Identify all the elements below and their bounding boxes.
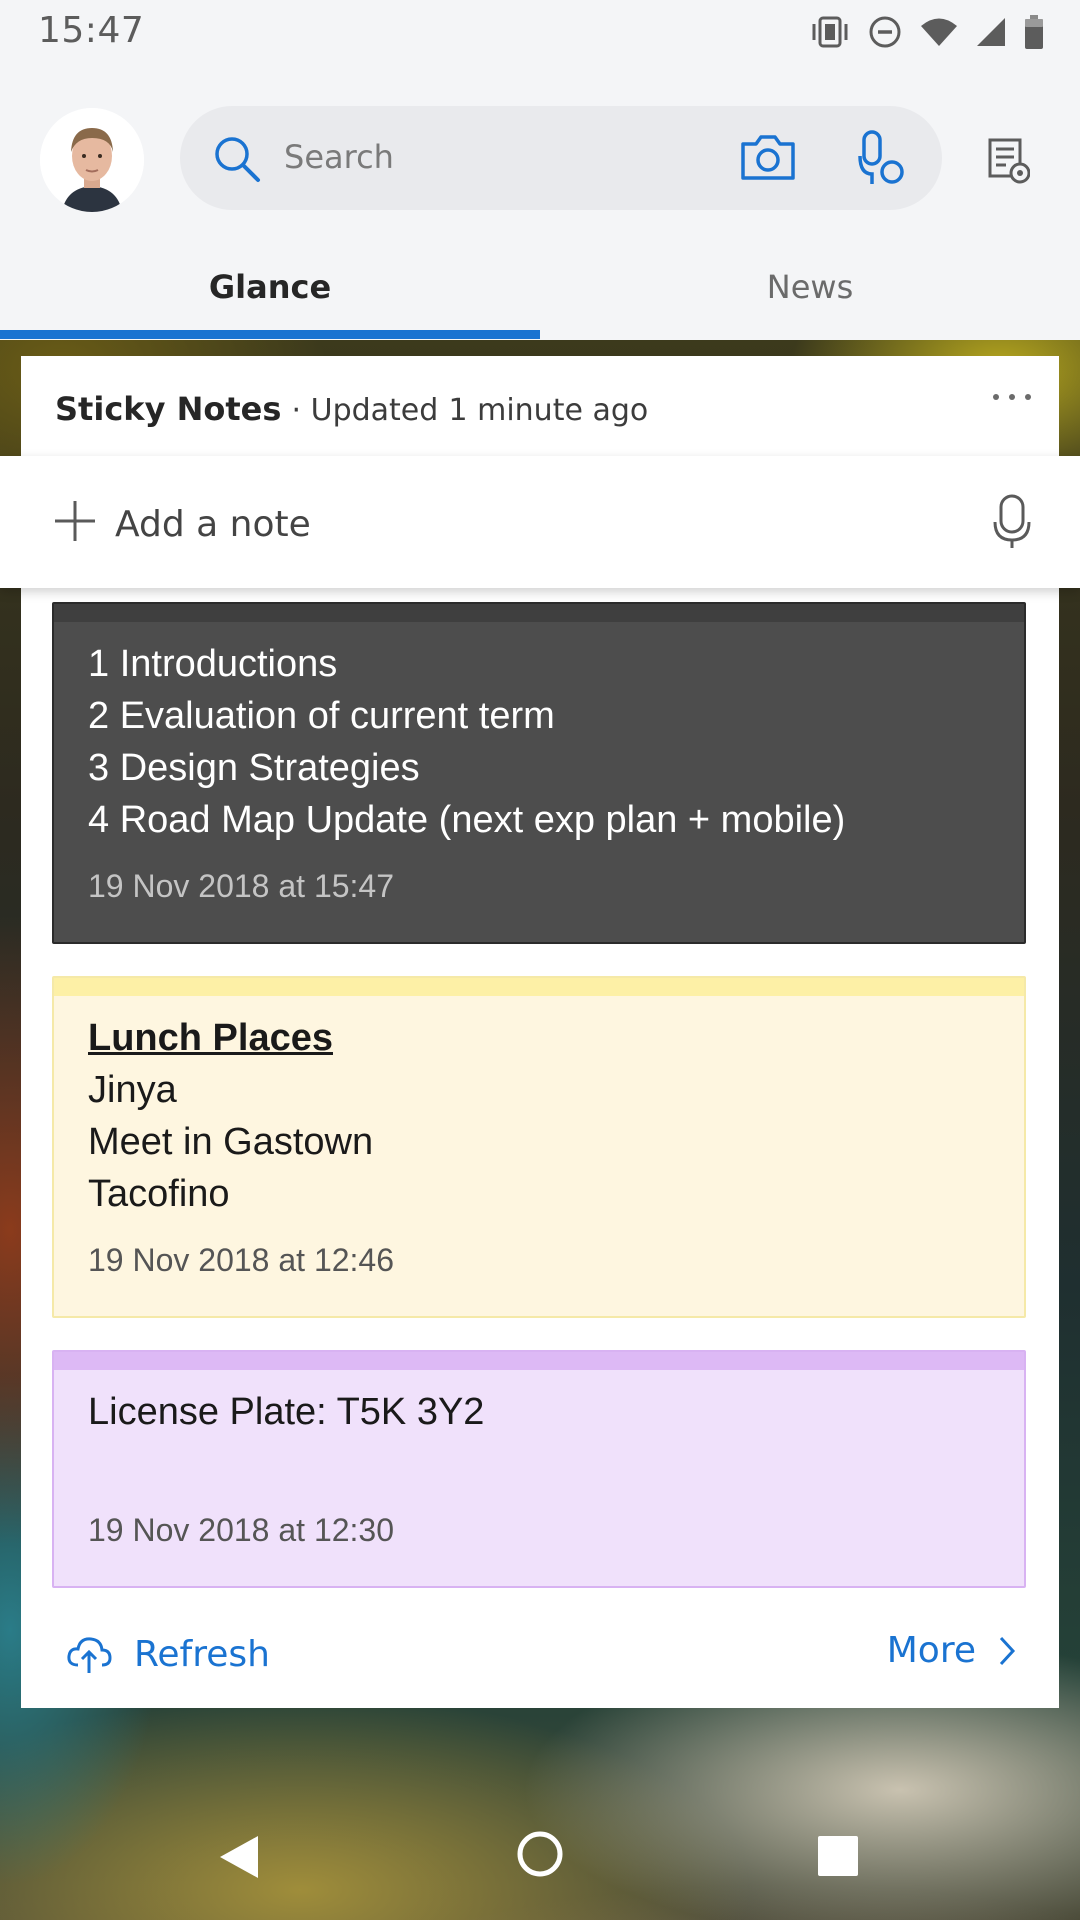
note-line: License Plate: T5K 3Y2	[88, 1391, 485, 1433]
card-updated-value: 1 minute ago	[448, 393, 649, 428]
sticky-note-agenda[interactable]: 1 Introductions 2 Evaluation of current …	[52, 602, 1026, 944]
refresh-button[interactable]: Refresh	[66, 1634, 270, 1675]
card-header: Sticky Notes · Updated 1 minute ago	[55, 390, 648, 428]
search-input[interactable]: Search	[284, 138, 394, 176]
note-color-bar	[54, 978, 1024, 996]
voice-search-icon[interactable]	[858, 130, 906, 186]
avatar[interactable]	[40, 108, 144, 212]
status-icons	[810, 14, 1044, 50]
recent-apps-icon[interactable]	[818, 1836, 858, 1876]
card-title: Sticky Notes	[55, 390, 282, 428]
add-note-bar[interactable]: Add a note	[0, 456, 1080, 588]
card-updated-prefix: · Updated	[291, 393, 439, 428]
vibrate-icon	[812, 16, 848, 48]
signal-icon	[977, 18, 1005, 46]
feed-settings-icon[interactable]	[988, 138, 1030, 184]
note-line: 2 Evaluation of current term	[88, 695, 555, 737]
note-line: 1 Introductions	[88, 643, 338, 685]
tab-glance[interactable]: Glance	[0, 268, 540, 306]
note-heading: Lunch Places	[88, 1017, 333, 1059]
note-color-bar	[54, 604, 1024, 622]
battery-icon	[1025, 15, 1043, 49]
card-footer: Refresh More	[0, 1604, 1080, 1708]
home-icon[interactable]	[516, 1830, 564, 1878]
cloud-refresh-icon	[67, 1636, 112, 1673]
note-line: Tacofino	[88, 1173, 230, 1215]
note-color-bar	[54, 1352, 1024, 1370]
avatar-photo	[40, 108, 144, 212]
active-tab-indicator	[0, 330, 540, 339]
refresh-label[interactable]: Refresh	[134, 1634, 270, 1675]
tab-news[interactable]: News	[540, 268, 1080, 306]
more-label[interactable]: More	[887, 1630, 976, 1671]
note-body: 1 Introductions 2 Evaluation of current …	[88, 638, 845, 846]
note-line: Jinya	[88, 1069, 177, 1111]
status-time: 15:47	[38, 10, 145, 51]
note-date: 19 Nov 2018 at 15:47	[88, 868, 395, 904]
microphone-icon[interactable]	[992, 494, 1032, 550]
wifi-icon	[921, 18, 957, 46]
note-line: 3 Design Strategies	[88, 747, 420, 789]
sticky-note-lunch[interactable]: Lunch Places Jinya Meet in Gastown Tacof…	[52, 976, 1026, 1318]
more-options-icon[interactable]	[993, 394, 1031, 400]
camera-icon[interactable]	[740, 132, 796, 182]
more-button[interactable]: More	[887, 1630, 1016, 1671]
note-date: 19 Nov 2018 at 12:30	[88, 1512, 395, 1548]
note-body: License Plate: T5K 3Y2	[88, 1386, 484, 1438]
sticky-note-license[interactable]: License Plate: T5K 3Y2 19 Nov 2018 at 12…	[52, 1350, 1026, 1588]
note-date: 19 Nov 2018 at 12:46	[88, 1242, 395, 1278]
status-bar: 15:47	[0, 0, 1080, 64]
note-body: Lunch Places Jinya Meet in Gastown Tacof…	[88, 1012, 373, 1220]
tab-bar: Glance News	[0, 250, 1080, 340]
back-icon[interactable]	[218, 1834, 260, 1880]
search-bar[interactable]: Search	[180, 106, 942, 210]
header: 15:47 Search Glance News	[0, 0, 1080, 340]
search-icon	[215, 137, 260, 182]
note-line: Meet in Gastown	[88, 1121, 374, 1163]
chevron-right-icon	[999, 1636, 1016, 1665]
do-not-disturb-icon	[869, 16, 901, 48]
add-note-label[interactable]: Add a note	[115, 504, 311, 545]
navigation-bar	[0, 1796, 1080, 1920]
plus-icon	[55, 501, 95, 541]
note-line: 4 Road Map Update (next exp plan + mobil…	[88, 799, 846, 841]
